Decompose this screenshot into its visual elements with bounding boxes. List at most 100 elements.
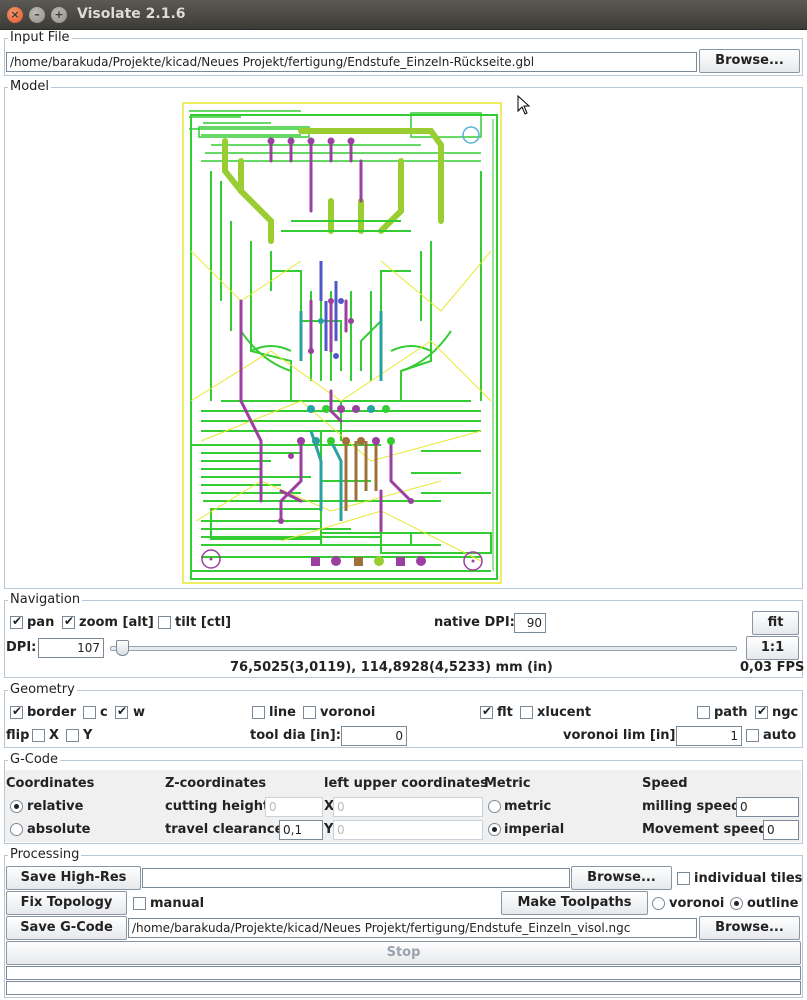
relative-label: relative xyxy=(27,799,84,814)
progress-bar-1 xyxy=(6,966,801,980)
title-bar: × – + Visolate 2.1.6 xyxy=(0,0,807,30)
speed-header: Speed xyxy=(642,776,688,791)
relative-radio[interactable] xyxy=(10,800,23,813)
zoom-label: zoom [alt] xyxy=(79,615,154,630)
dpi-label: DPI: xyxy=(6,640,37,655)
fix-topology-button[interactable]: Fix Topology xyxy=(6,891,127,915)
auto-label: auto xyxy=(763,728,797,743)
travel-clearance-field[interactable]: 0,1 xyxy=(279,820,323,840)
input-browse-button[interactable]: Browse... xyxy=(699,49,800,73)
coordinates-readout: 76,5025(3,0119), 114,8928(4,5233) mm (in… xyxy=(230,660,553,675)
dpi-field[interactable]: 107 xyxy=(38,638,104,658)
xlucent-label: xlucent xyxy=(537,705,592,720)
voronoi-label: voronoi xyxy=(320,705,376,720)
w-label: w xyxy=(133,705,146,720)
metric-header: Metric xyxy=(484,776,531,791)
left-upper-header: left upper coordinates xyxy=(324,776,488,791)
border-checkbox[interactable] xyxy=(10,704,23,719)
tool-dia-field[interactable]: 0 xyxy=(341,726,407,746)
ngc-checkbox[interactable] xyxy=(755,704,768,719)
imperial-label: imperial xyxy=(504,822,565,837)
one-to-one-button[interactable]: 1:1 xyxy=(746,636,799,660)
tool-dia-label: tool dia [in]: xyxy=(250,728,341,743)
absolute-radio[interactable] xyxy=(10,823,23,836)
input-file-title: Input File xyxy=(8,30,72,45)
input-file-field[interactable]: /home/barakuda/Projekte/kicad/Neues Proj… xyxy=(6,52,697,72)
save-high-res-button[interactable]: Save High-Res xyxy=(6,866,141,890)
progress-bar-2 xyxy=(6,981,801,995)
cutting-height-field[interactable]: 0 xyxy=(265,797,323,817)
auto-checkbox[interactable] xyxy=(746,729,759,742)
flt-label: flt xyxy=(497,705,513,720)
w-checkbox[interactable] xyxy=(115,704,128,719)
fit-button[interactable]: fit xyxy=(752,611,799,635)
voronoi-radio[interactable] xyxy=(652,897,665,910)
flip-y-checkbox[interactable] xyxy=(66,729,79,742)
milling-speed-label: milling speed xyxy=(642,799,741,814)
individual-tiles-label: individual tiles xyxy=(694,871,803,886)
movement-speed-label: Movement speed xyxy=(642,822,768,837)
flt-checkbox[interactable] xyxy=(480,704,493,719)
ngc-label: ngc xyxy=(772,705,799,720)
c-label: c xyxy=(100,705,108,720)
border-label: border xyxy=(27,705,77,720)
voronoi-radio-label: voronoi xyxy=(669,896,725,911)
high-res-browse-button[interactable]: Browse... xyxy=(571,866,672,890)
imperial-radio[interactable] xyxy=(488,823,501,836)
flip-label: flip xyxy=(6,728,30,743)
y-label: Y xyxy=(324,822,334,837)
flip-x-checkbox[interactable] xyxy=(32,729,45,742)
dpi-slider-track[interactable] xyxy=(110,646,737,651)
metric-radio[interactable] xyxy=(488,800,501,813)
manual-label: manual xyxy=(150,896,205,911)
pan-label: pan xyxy=(27,615,55,630)
individual-tiles-checkbox[interactable] xyxy=(677,872,690,885)
window-close-icon[interactable]: × xyxy=(7,7,23,23)
gcode-browse-button[interactable]: Browse... xyxy=(699,916,800,940)
processing-title: Processing xyxy=(8,847,82,862)
y-coordinate-field[interactable]: 0 xyxy=(333,820,483,840)
path-checkbox[interactable] xyxy=(697,706,710,719)
tilt-label: tilt [ctl] xyxy=(175,615,232,630)
gcode-path-field[interactable]: /home/barakuda/Projekte/kicad/Neues Proj… xyxy=(128,918,697,938)
milling-speed-field[interactable]: 0 xyxy=(736,797,799,817)
flip-x-label: X xyxy=(49,728,60,743)
voronoi-checkbox[interactable] xyxy=(303,706,316,719)
model-title: Model xyxy=(8,79,52,94)
line-checkbox[interactable] xyxy=(252,706,265,719)
path-label: path xyxy=(714,705,748,720)
window-minimize-icon[interactable]: – xyxy=(29,7,45,23)
tilt-checkbox[interactable] xyxy=(158,616,171,629)
make-toolpaths-button[interactable]: Make Toolpaths xyxy=(501,891,648,915)
high-res-path-field[interactable] xyxy=(142,868,570,888)
mouse-pointer-icon xyxy=(517,95,531,115)
c-checkbox[interactable] xyxy=(83,706,96,719)
metric-label: metric xyxy=(504,799,552,814)
pcb-model-view[interactable] xyxy=(181,101,505,585)
line-label: line xyxy=(269,705,296,720)
window-title: Visolate 2.1.6 xyxy=(77,6,186,22)
voronoi-lim-field[interactable]: 1 xyxy=(676,726,742,746)
x-coordinate-field[interactable]: 0 xyxy=(333,797,483,817)
save-gcode-button[interactable]: Save G-Code xyxy=(6,916,127,940)
coordinates-header: Coordinates xyxy=(6,776,95,791)
manual-checkbox[interactable] xyxy=(133,897,146,910)
native-dpi-label: native DPI: xyxy=(434,615,515,630)
dpi-slider-knob[interactable] xyxy=(116,640,130,656)
xlucent-checkbox[interactable] xyxy=(520,706,533,719)
navigation-title: Navigation xyxy=(8,592,83,607)
movement-speed-field[interactable]: 0 xyxy=(763,820,799,840)
pan-checkbox[interactable] xyxy=(10,614,23,629)
zoom-checkbox[interactable] xyxy=(62,614,75,629)
gcode-title: G-Code xyxy=(8,752,61,767)
native-dpi-field[interactable]: 90 xyxy=(514,613,546,633)
absolute-label: absolute xyxy=(27,822,91,837)
z-coordinates-header: Z-coordinates xyxy=(165,776,267,791)
stop-button[interactable]: Stop xyxy=(6,941,801,965)
fps-readout: 0,03 FPS xyxy=(740,660,805,675)
travel-clearance-label: travel clearance xyxy=(165,822,284,837)
outline-radio[interactable] xyxy=(730,897,743,910)
outline-radio-label: outline xyxy=(747,896,799,911)
window-maximize-icon[interactable]: + xyxy=(51,7,67,23)
flip-y-label: Y xyxy=(83,728,93,743)
